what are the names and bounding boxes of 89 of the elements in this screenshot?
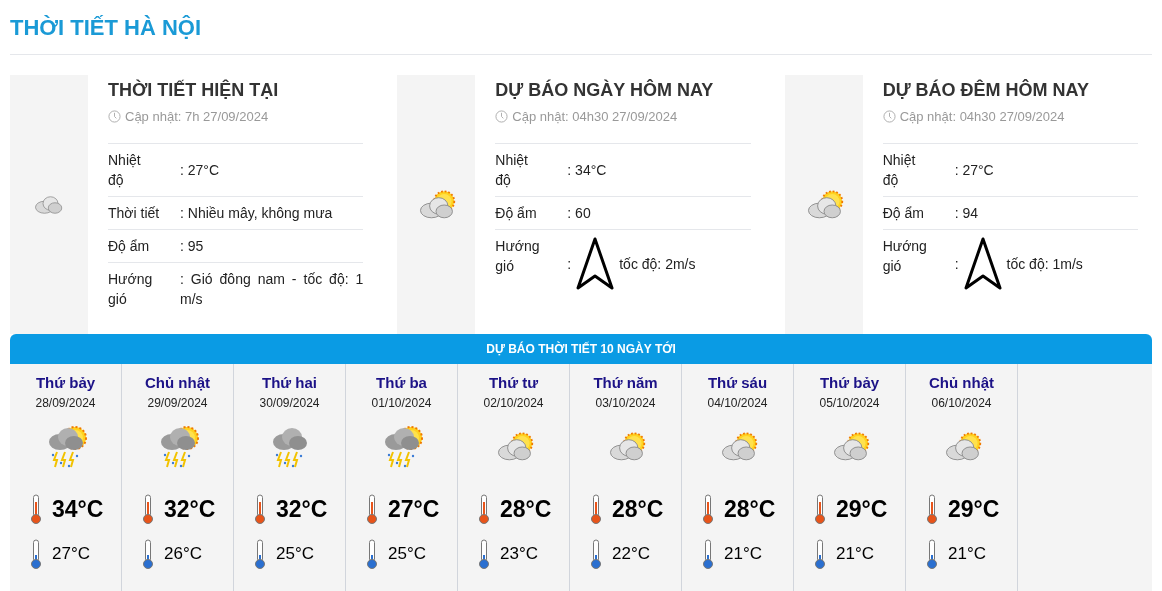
high-temperature: 32°C	[164, 495, 216, 524]
field-value: : 27°C	[180, 160, 220, 180]
page-title: THỜI TIẾT HÀ NỘI	[10, 13, 202, 42]
high-temperature: 29°C	[948, 495, 1000, 524]
day-name: Chủ nhật	[145, 374, 210, 392]
high-temperature: 34°C	[52, 495, 104, 524]
field-label: Hướng gió	[108, 269, 154, 309]
low-temperature: 27°C	[52, 542, 90, 565]
wind-speed: tốc độ: 1m/s	[1006, 254, 1083, 274]
card-title: DỰ BÁO ĐÊM HÔM NAY	[882, 78, 1090, 101]
high-temperature: 32°C	[276, 495, 328, 524]
low-temperature: 21°C	[724, 542, 762, 565]
field-value: : 34°C	[567, 160, 607, 180]
thermometer-icon	[926, 538, 938, 569]
day-name: Thứ bảy	[35, 374, 96, 392]
forecast-date: 01/10/2024	[371, 395, 432, 412]
high-temperature: 28°C	[724, 495, 776, 524]
field-label: Độ ẩm	[108, 236, 151, 256]
low-temperature: 21°C	[836, 542, 874, 565]
high-temperature: 29°C	[836, 495, 888, 524]
card-title: DỰ BÁO NGÀY HÔM NAY	[495, 78, 715, 101]
field-value: : 27°C	[954, 160, 994, 180]
field-label: Nhiệt độ	[495, 150, 529, 190]
forecast-date: 03/10/2024	[595, 395, 656, 412]
high-temperature: 28°C	[500, 495, 552, 524]
low-temperature: 23°C	[500, 542, 538, 565]
thermometer-icon	[814, 494, 826, 525]
arrow-icon	[962, 235, 1003, 292]
thermometer-icon	[366, 494, 378, 525]
forecast-header: DỰ BÁO THỜI TIẾT 10 NGÀY TỚI	[10, 334, 1152, 364]
low-temperature: 26°C	[164, 542, 202, 565]
day-name: Thứ năm	[593, 374, 658, 392]
clock-icon	[882, 110, 896, 124]
low-temperature: 22°C	[612, 542, 650, 565]
field-label: Hướng gió	[882, 236, 928, 276]
day-name: Thứ hai	[262, 374, 317, 392]
low-temperature: 25°C	[388, 542, 426, 565]
forecast-date: 05/10/2024	[819, 395, 880, 412]
thermometer-icon	[30, 494, 42, 525]
day-name: Thứ bảy	[819, 374, 880, 392]
forecast-date: 29/09/2024	[147, 395, 208, 412]
day-name: Thứ sáu	[707, 374, 768, 392]
forecast-date: 28/09/2024	[35, 395, 96, 412]
field-value: : Nhiều mây, không mưa	[180, 203, 333, 223]
thermometer-icon	[702, 538, 714, 569]
colon: :	[567, 254, 572, 274]
field-label: Nhiệt độ	[108, 150, 142, 190]
thermometer-icon	[254, 494, 266, 525]
field-value: : 95	[180, 236, 204, 256]
low-temperature: 25°C	[276, 542, 314, 565]
thermometer-icon	[142, 538, 154, 569]
thermometer-icon	[254, 538, 266, 569]
forecast-date: 06/10/2024	[931, 395, 992, 412]
clock-icon	[108, 110, 121, 124]
field-value: : 60	[567, 203, 591, 223]
field-label: Nhiệt độ	[882, 150, 917, 190]
update-time: Cập nhật: 7h 27/09/2024	[125, 108, 269, 126]
thermometer-icon	[926, 494, 938, 525]
field-label: Độ ẩm	[495, 203, 538, 223]
thermometer-icon	[814, 538, 826, 569]
update-time: Cập nhật: 04h30 27/09/2024	[512, 108, 678, 126]
day-name: Chủ nhật	[929, 374, 994, 392]
card-title: THỜI TIẾT HIỆN TẠI	[108, 78, 280, 101]
thermometer-icon	[478, 494, 490, 525]
colon: :	[954, 254, 959, 274]
forecast-date: 02/10/2024	[483, 395, 544, 412]
wind-speed: tốc độ: 2m/s	[619, 254, 696, 274]
field-label: Thời tiết	[108, 203, 160, 223]
thermometer-icon	[478, 538, 490, 569]
field-value: : Gió đông nam - tốc độ: 1 m/s	[180, 269, 364, 309]
thermometer-icon	[142, 494, 154, 525]
day-name: Thứ tư	[488, 374, 539, 392]
high-temperature: 28°C	[612, 495, 664, 524]
thermometer-icon	[702, 494, 714, 525]
field-value: : 94	[954, 203, 978, 223]
thermometer-icon	[366, 538, 378, 569]
thermometer-icon	[590, 538, 602, 569]
clock-icon	[495, 110, 509, 124]
high-temperature: 27°C	[388, 495, 440, 524]
update-time: Cập nhật: 04h30 27/09/2024	[899, 108, 1065, 126]
low-temperature: 21°C	[948, 542, 986, 565]
day-name: Thứ ba	[376, 374, 427, 392]
forecast-date: 30/09/2024	[259, 395, 320, 412]
thermometer-icon	[590, 494, 602, 525]
arrow-icon	[575, 235, 616, 292]
forecast-date: 04/10/2024	[707, 395, 768, 412]
field-label: Độ ẩm	[882, 203, 925, 223]
field-label: Hướng gió	[495, 236, 541, 276]
thermometer-icon	[30, 538, 42, 569]
